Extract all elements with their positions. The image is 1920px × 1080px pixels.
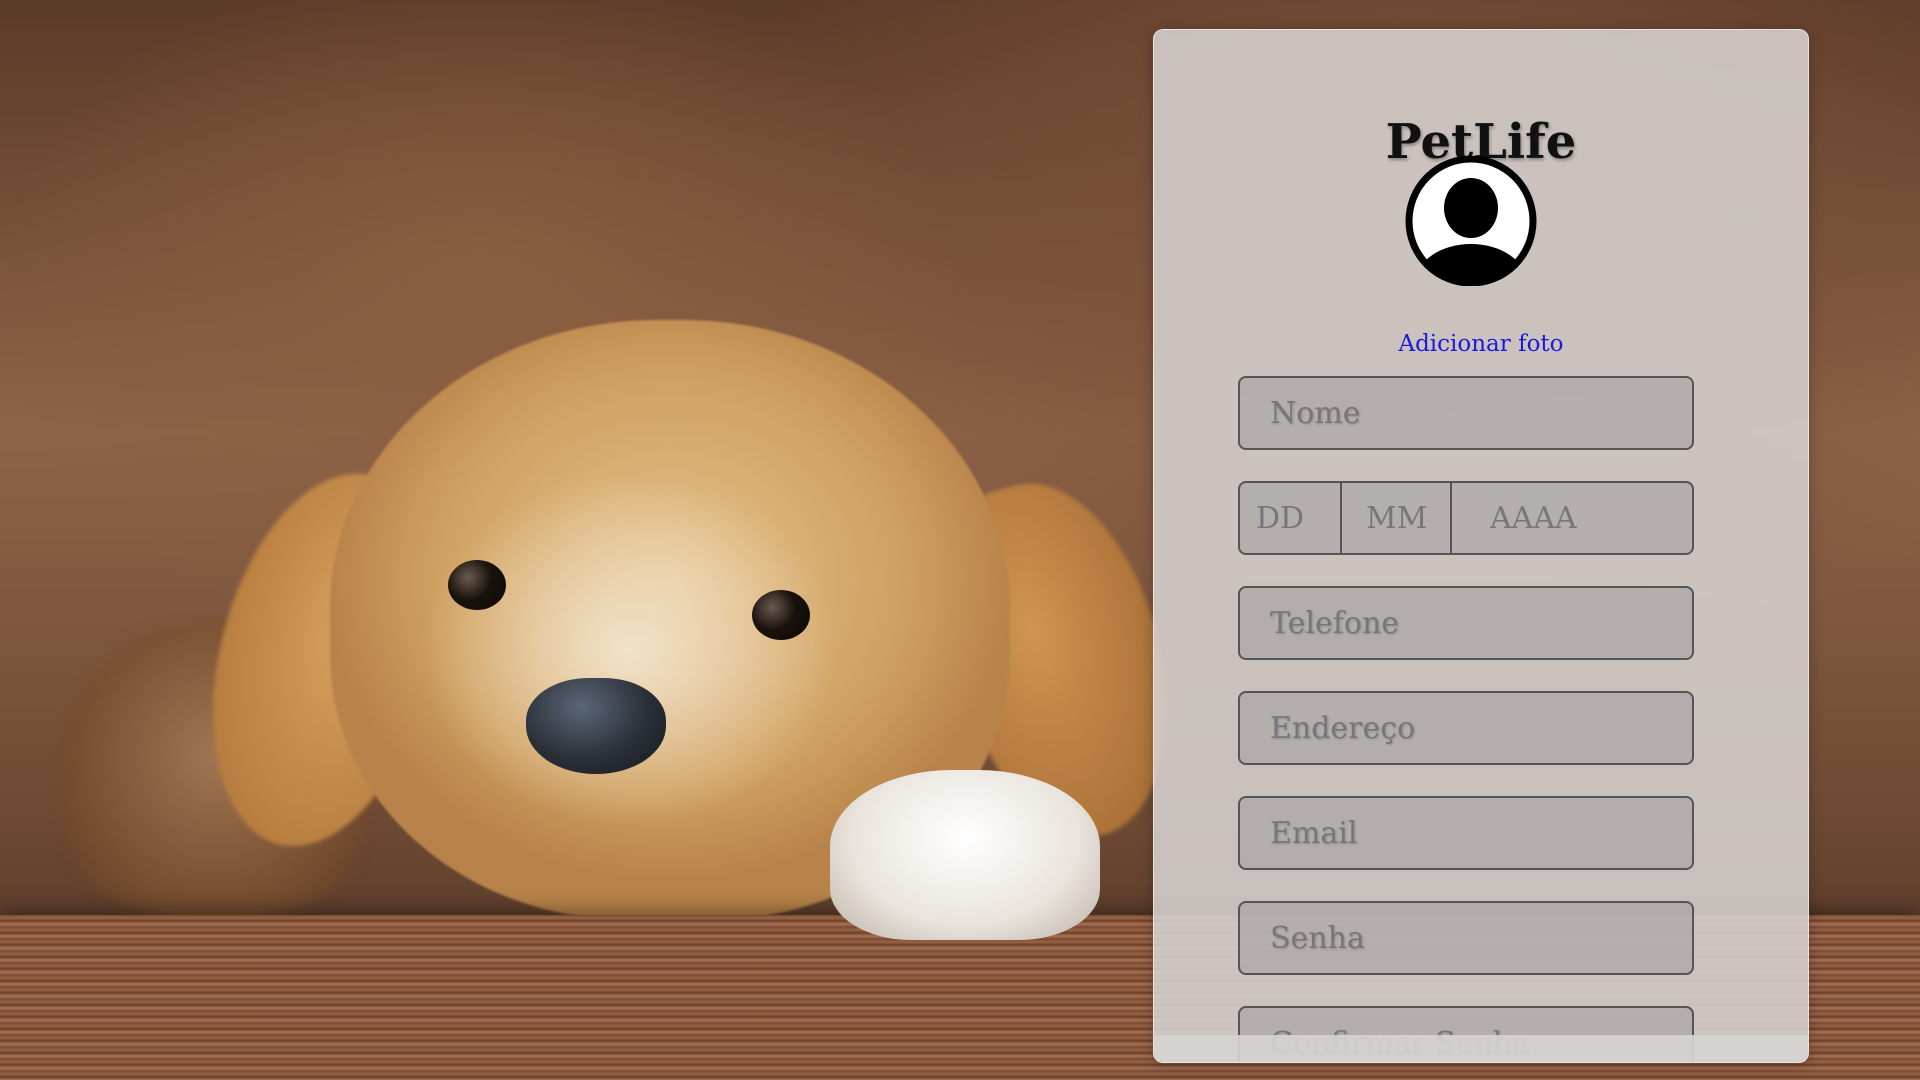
puppy-right-eye [752, 590, 810, 640]
birth-year-input[interactable] [1452, 483, 1692, 553]
birth-month-input[interactable] [1342, 483, 1452, 553]
panel-scroll-cutoff [1154, 1035, 1808, 1062]
phone-field [1238, 586, 1694, 660]
birth-day-input[interactable] [1240, 483, 1342, 553]
birth-date-field [1238, 481, 1694, 555]
puppy-nose [526, 678, 666, 774]
password-input[interactable] [1240, 903, 1692, 973]
email-field [1238, 796, 1694, 870]
address-input[interactable] [1240, 693, 1692, 763]
puppy-left-eye [448, 560, 506, 610]
address-field [1238, 691, 1694, 765]
phone-input[interactable] [1240, 588, 1692, 658]
user-avatar-icon[interactable] [1402, 155, 1540, 287]
puppy-right-paw [830, 770, 1100, 940]
password-field [1238, 901, 1694, 975]
email-input[interactable] [1240, 798, 1692, 868]
name-field [1238, 376, 1694, 450]
name-input[interactable] [1240, 378, 1692, 448]
add-photo-link[interactable]: Adicionar foto [1154, 328, 1808, 360]
signup-panel: PetLife Adicionar foto [1153, 29, 1809, 1063]
